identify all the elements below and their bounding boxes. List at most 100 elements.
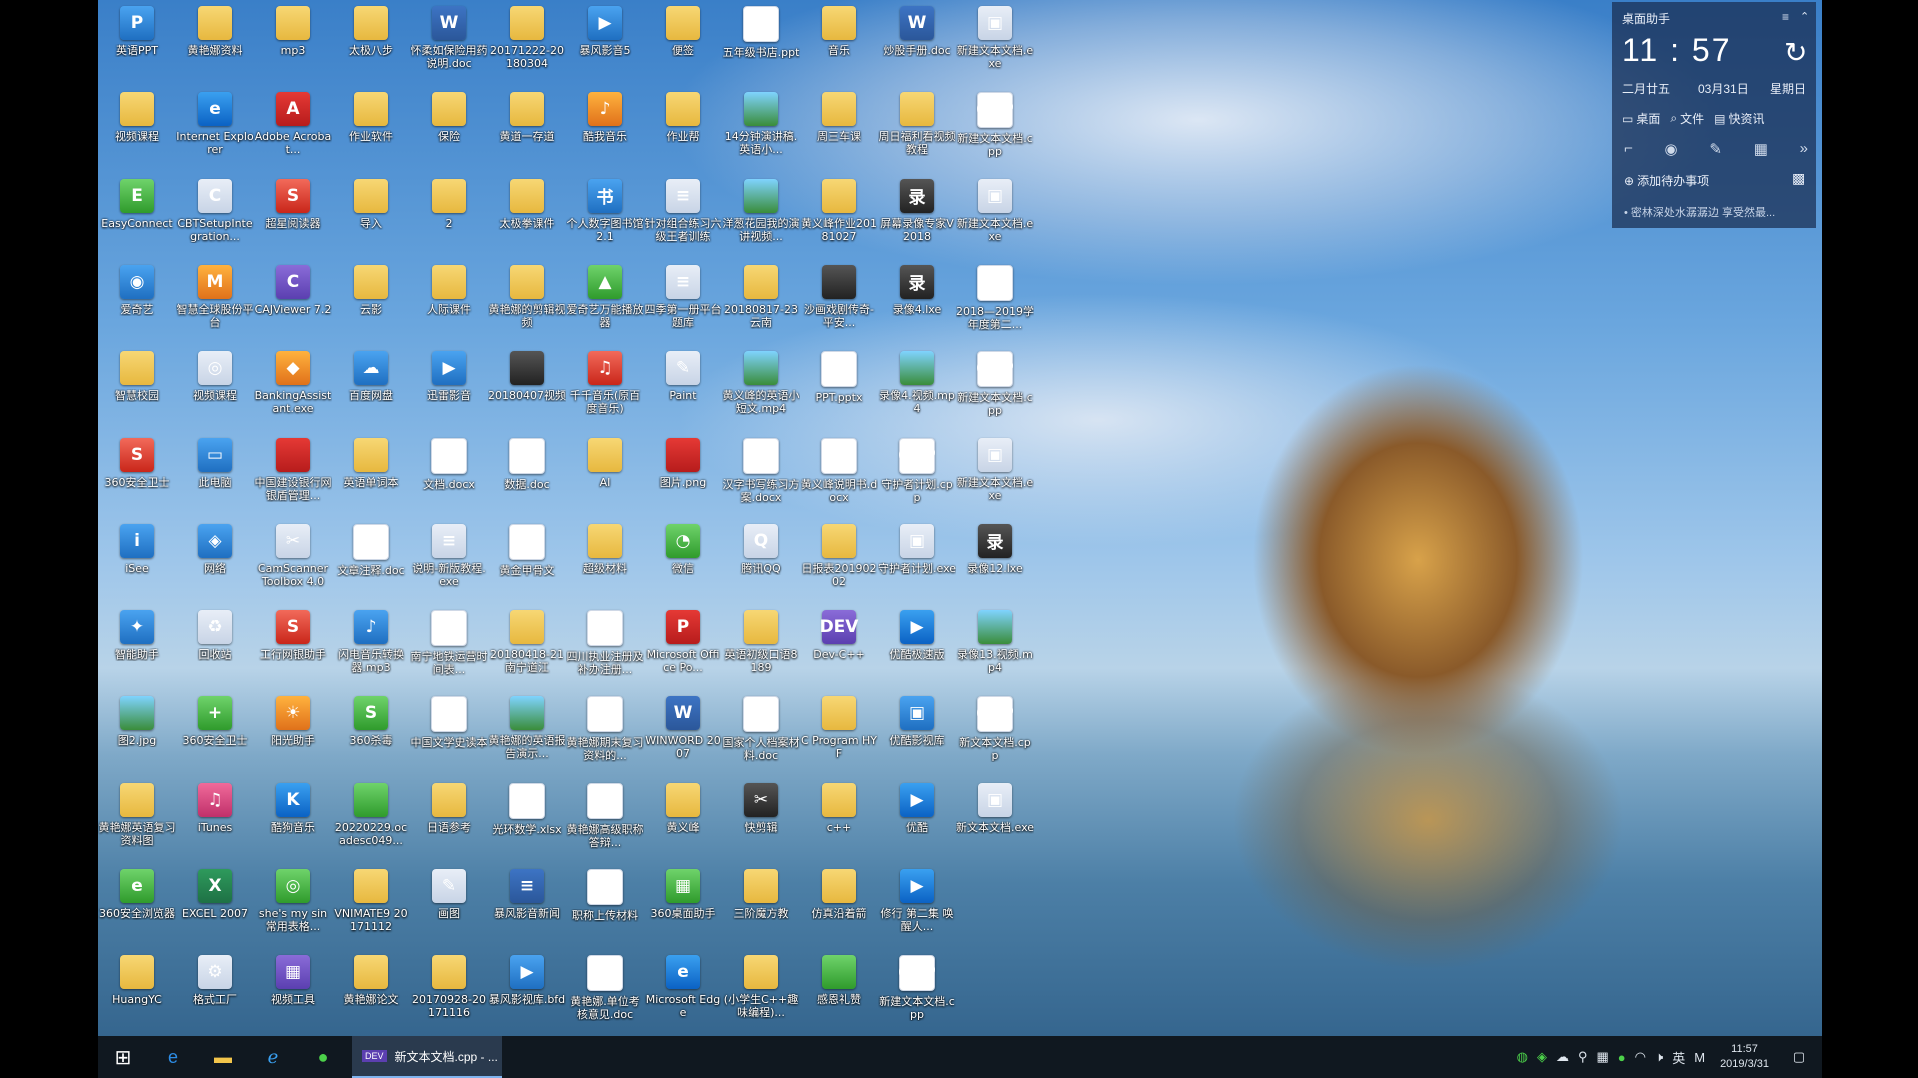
wifi-icon[interactable]: ◠ — [1635, 1049, 1646, 1065]
desktop-icon[interactable]: ▶ 优酷 — [878, 777, 956, 863]
desktop-icon[interactable]: W 黄艳娜.单位考核意见.doc — [566, 949, 644, 1035]
ime-language[interactable]: 英 — [1672, 1048, 1685, 1067]
desktop-icon[interactable]: ▶ 暴风影音5 — [566, 0, 644, 86]
desktop-icon[interactable]: 中国建设银行网银盾管理... — [254, 432, 332, 518]
desktop-icon[interactable]: 录录像4.lxe — [878, 259, 956, 345]
taskbar-ie-button[interactable]: ℯ — [248, 1036, 298, 1078]
desktop-icon[interactable]: (小学生C++趣味编程)... — [722, 949, 800, 1035]
desktop-icon[interactable]: ▣ 守护者计划.exe — [878, 518, 956, 604]
desktop-icon[interactable]: S 360安全卫士 — [98, 432, 176, 518]
desktop-icon[interactable]: X EXCEL 2007 — [176, 863, 254, 949]
desktop-icon[interactable]: CPP 新建文本文档.cpp — [956, 86, 1034, 172]
crop-icon[interactable]: ⌐ — [1624, 140, 1633, 158]
desktop-icon[interactable]: CPP 新建文本文档.cpp — [878, 949, 956, 1035]
desktop-icon[interactable]: 录录像12.lxe — [956, 518, 1034, 604]
desktop-icon[interactable]: 人际课件 — [410, 259, 488, 345]
desktop-icon[interactable]: 黄金甲骨文 — [488, 518, 566, 604]
chevron-up-icon[interactable]: ⌃ — [1800, 10, 1809, 23]
desktop-icon[interactable]: CPP 新建文本文档.cpp — [956, 345, 1034, 431]
desktop-icon[interactable]: ▶ 优酷极速版 — [878, 604, 956, 690]
desktop-icon[interactable]: HuangYC — [98, 949, 176, 1035]
desktop-icon[interactable]: ▦ 360桌面助手 — [644, 863, 722, 949]
desktop-icon[interactable]: 黄义峰作业20181027 — [800, 173, 878, 259]
desktop-icon[interactable]: ≡ 暴风影音新闻 — [488, 863, 566, 949]
desktop-icon[interactable]: 书个人数字图书馆2.1 — [566, 173, 644, 259]
desktop-icon[interactable]: W 2018—2019学年度第二... — [956, 259, 1034, 345]
desktop-icon[interactable]: 感恩礼赞 — [800, 949, 878, 1035]
desktop-icon[interactable]: M 智慧全球股份平台 — [176, 259, 254, 345]
desktop-icon[interactable]: 黄道一存道 — [488, 86, 566, 172]
tab-files[interactable]: ⌕ 文件 — [1670, 110, 1704, 127]
taskbar-360-browser-button[interactable]: ● — [298, 1036, 348, 1078]
taskbar-explorer-button[interactable]: ▬ — [198, 1036, 248, 1078]
desktop-icon[interactable]: ⚙ 格式工厂 — [176, 949, 254, 1035]
desktop-icon[interactable]: W 数据.doc — [488, 432, 566, 518]
edit-icon[interactable]: ✎ — [1709, 140, 1722, 158]
desktop-icon[interactable]: 录屏幕录像专家V2018 — [878, 173, 956, 259]
desktop-icon[interactable]: 保险 — [410, 86, 488, 172]
desktop-icon[interactable]: 日报表20190202 — [800, 518, 878, 604]
desktop-icon[interactable]: 太极八步 — [332, 0, 410, 86]
desktop-icon[interactable]: C Program HYF — [800, 690, 878, 776]
desktop-icon[interactable]: 黄艳娜资料 — [176, 0, 254, 86]
desktop-icon[interactable]: Q 腾讯QQ — [722, 518, 800, 604]
desktop-icon[interactable]: ✂ CamScanner Toolbox 4.0 — [254, 518, 332, 604]
desktop-icon[interactable]: 黄义峰的英语小短文.mp4 — [722, 345, 800, 431]
desktop-icon[interactable]: W 文章注释.doc — [332, 518, 410, 604]
desktop-icon[interactable]: ▣ 新文本文档.exe — [956, 777, 1034, 863]
desktop-icon[interactable]: ▣ 新建文本文档.exe — [956, 432, 1034, 518]
desktop-icon[interactable]: VNIMATE9 20171112 — [332, 863, 410, 949]
desktop-icon[interactable]: W WINWORD 2007 — [644, 690, 722, 776]
desktop-icon[interactable]: ▣ 新建文本文档.exe — [956, 0, 1034, 86]
desktop-icon[interactable]: P Microsoft Office Po... — [644, 604, 722, 690]
menu-icon[interactable]: ≡ — [1782, 10, 1789, 24]
desktop-icon[interactable]: ☀ 阳光助手 — [254, 690, 332, 776]
desktop-icon[interactable]: ◈ 网络 — [176, 518, 254, 604]
desktop-icon[interactable]: ♪ 闪电音乐转换器.mp3 — [332, 604, 410, 690]
desktop-icon[interactable]: ▶ 迅雷影音 — [410, 345, 488, 431]
desktop-icon[interactable]: 南宁地铁运营时间表... — [410, 604, 488, 690]
desktop-icon[interactable]: W 怀柔如保险用药说明.doc — [410, 0, 488, 86]
desktop-icon[interactable]: ◆ BankingAssistant.exe — [254, 345, 332, 431]
desktop-icon[interactable]: ◔ 微信 — [644, 518, 722, 604]
desktop-icon[interactable]: 黄艳娜的剪辑视频 — [488, 259, 566, 345]
tab-news[interactable]: ▤ 快资讯 — [1714, 110, 1764, 127]
desktop-icon[interactable]: 20180418-21南宁道江 — [488, 604, 566, 690]
taskbar-window-devcpp[interactable]: DEV 新文本文档.cpp - ... — [352, 1036, 502, 1078]
ime-mode[interactable]: M — [1694, 1050, 1705, 1065]
desktop-icon[interactable]: 黄艳娜的英语报告演示... — [488, 690, 566, 776]
green-app-icon[interactable]: ● — [1618, 1050, 1626, 1065]
desktop-icon[interactable]: ≡ 针对组合练习六级王者训练 — [644, 173, 722, 259]
desktop-icon[interactable]: ≡ 四季第一册平台题库 — [644, 259, 722, 345]
desktop-icon[interactable]: W 炒股手册.doc — [878, 0, 956, 86]
desktop-icon[interactable]: 太极拳课件 — [488, 173, 566, 259]
desktop-icon[interactable]: 14分钟演讲稿.英语小... — [722, 86, 800, 172]
taskbar-clock[interactable]: 11:57 2019/3/31 — [1720, 1042, 1769, 1072]
desktop-icon[interactable]: 20171222-20180304 — [488, 0, 566, 86]
desktop-icon[interactable]: W 国家个人档案材料.doc — [722, 690, 800, 776]
desktop-icon[interactable]: E EasyConnect — [98, 173, 176, 259]
desktop-icon[interactable]: ♫ 千千音乐(原百度音乐) — [566, 345, 644, 431]
desktop-icon[interactable]: X 光环数学.xlsx — [488, 777, 566, 863]
desktop-icon[interactable]: CPP 守护者计划.cpp — [878, 432, 956, 518]
desktop-icon[interactable]: ✎ Paint — [644, 345, 722, 431]
desktop-icon[interactable]: ☁ 百度网盘 — [332, 345, 410, 431]
desktop-icon[interactable]: 沙画戏剧传奇-平安... — [800, 259, 878, 345]
desktop-icon[interactable]: 20180407视频 — [488, 345, 566, 431]
desktop-icon[interactable]: 汉字书写练习方案.docx — [722, 432, 800, 518]
mic-icon[interactable]: ⚲ — [1578, 1049, 1588, 1065]
desktop-icon[interactable]: AI — [566, 432, 644, 518]
desktop-icon[interactable]: C CAJViewer 7.2 — [254, 259, 332, 345]
desktop-icon[interactable]: e 360安全浏览器 — [98, 863, 176, 949]
refresh-icon[interactable]: ↻ — [1784, 36, 1807, 69]
desktop-icon[interactable]: 中国文学史读本 — [410, 690, 488, 776]
desktop-icon[interactable]: ▭ 此电脑 — [176, 432, 254, 518]
desktop-icon[interactable]: W 黄艳娜期末复习资料的... — [566, 690, 644, 776]
desktop-icon[interactable]: ≡ 说明-新版教程.exe — [410, 518, 488, 604]
desktop-icon[interactable]: c++ — [800, 777, 878, 863]
desktop-icon[interactable]: DEV Dev-C++ — [800, 604, 878, 690]
shield-icon[interactable]: ◈ — [1537, 1049, 1547, 1065]
desktop-icon[interactable]: P 英语PPT — [98, 0, 176, 86]
desktop-icon[interactable]: P PPT.pptx — [800, 345, 878, 431]
desktop-icon[interactable]: W 职称上传材料 — [566, 863, 644, 949]
